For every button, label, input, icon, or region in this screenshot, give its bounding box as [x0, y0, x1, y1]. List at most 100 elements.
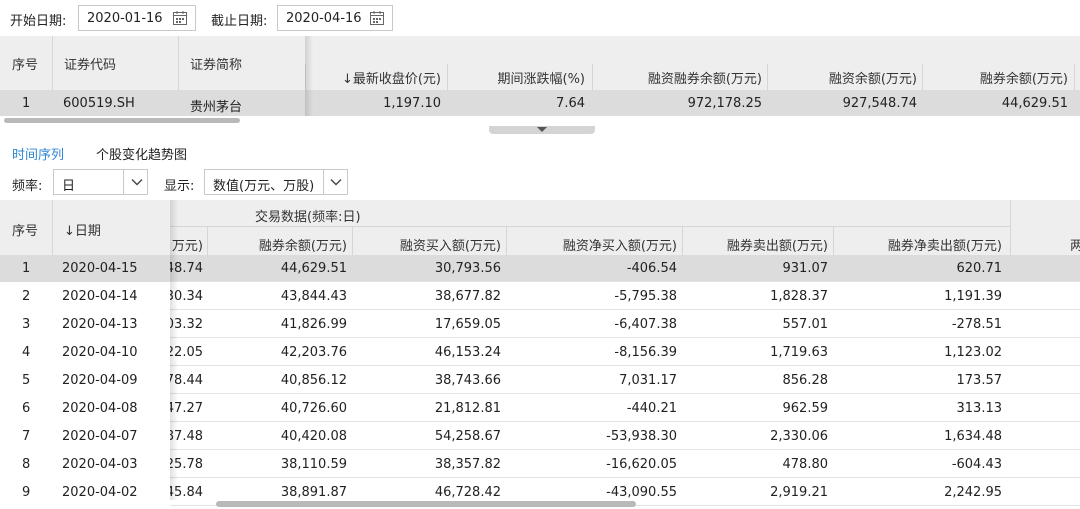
- header-securities-lending-balance[interactable]: 融券余额(万元): [259, 235, 347, 254]
- column-divider: [178, 36, 179, 90]
- row-cell-index: 6: [22, 401, 31, 416]
- summary-header-code[interactable]: 证券代码: [64, 54, 116, 73]
- table-row[interactable]: 87.48 40,420.08 54,258.67 -53,938.30 2,330.0…: [0, 423, 1080, 450]
- frozen-column-shadow: [305, 36, 313, 116]
- collapse-panel-toggle[interactable]: [489, 126, 595, 134]
- table-row[interactable]: 48.74 44,629.51 30,793.56 -406.54 931.07 620.…: [0, 255, 1080, 282]
- summary-header-margin-total[interactable]: 融资融券余额(万元): [648, 68, 762, 87]
- frozen-column-shadow: [170, 200, 178, 500]
- summary-header-index[interactable]: 序号: [12, 54, 38, 73]
- frozen-row-cells: 5 2020-04-09: [0, 367, 170, 394]
- tab-time-series[interactable]: 时间序列: [12, 144, 64, 163]
- row-cell-financing-buy: 17,659.05: [434, 317, 501, 332]
- column-divider: [352, 227, 353, 255]
- frequency-select[interactable]: 日: [53, 169, 148, 195]
- row-cell-financing-buy: 21,812.81: [434, 401, 501, 416]
- frozen-row-cells: 3 2020-04-13: [0, 311, 170, 338]
- frozen-row-cells: 9 2020-04-02: [0, 479, 170, 506]
- frozen-row-cells: 1 2020-04-15: [0, 255, 170, 282]
- header-date-sort[interactable]: ↓日期: [64, 220, 101, 239]
- tab-stock-trend-chart[interactable]: 个股变化趋势图: [96, 144, 187, 163]
- frequency-label: 频率:: [12, 179, 43, 194]
- chevron-down-icon[interactable]: [329, 175, 343, 189]
- end-date-field[interactable]: 2020-04-16: [277, 5, 393, 31]
- row-cell-index: 9: [22, 485, 31, 500]
- row-cell-securities-lending-sell: 1,719.63: [770, 345, 828, 360]
- row-cell-securities-lending-balance: 38,110.59: [280, 457, 347, 472]
- row-cell-financing-net-buy: -6,407.38: [614, 317, 677, 332]
- table-row[interactable]: 22.05 42,203.76 46,153.24 -8,156.39 1,719.63…: [0, 339, 1080, 366]
- row-cell-date: 2020-04-09: [62, 373, 138, 388]
- caret-down-icon: [537, 127, 547, 132]
- row-cell-financing-buy: 30,793.56: [434, 261, 501, 276]
- header-financing-buy[interactable]: 融资买入额(万元): [400, 235, 501, 254]
- row-cell-financing-buy: 54,258.67: [434, 429, 501, 444]
- table-row[interactable]: 03.32 41,826.99 17,659.05 -6,407.38 557.01 -2…: [0, 311, 1080, 338]
- table-row[interactable]: 47.27 40,726.60 21,812.81 -440.21 962.59 313.…: [0, 395, 1080, 422]
- column-divider: [833, 227, 834, 255]
- row-cell-securities-lending-sell: 931.07: [782, 261, 829, 276]
- row-cell-index: 1: [22, 261, 31, 276]
- row-cell-financing-buy: 38,677.82: [434, 289, 501, 304]
- row-cell-financing-buy: 46,153.24: [434, 345, 501, 360]
- column-divider: [52, 36, 53, 90]
- row-cell-index: 5: [22, 373, 31, 388]
- row-cell-securities-lending-net-sell: 313.13: [956, 401, 1003, 416]
- frozen-row-cells: 8 2020-04-03: [0, 451, 170, 478]
- column-divider: [506, 227, 507, 255]
- start-date-field[interactable]: 2020-01-16: [78, 5, 196, 31]
- row-cell-securities-lending-sell: 2,330.06: [770, 429, 828, 444]
- row-cell-index: 2: [22, 289, 31, 304]
- row-cell-financing-buy: 38,357.82: [434, 457, 501, 472]
- row-cell-securities-lending-net-sell: 1,123.02: [944, 345, 1002, 360]
- row-cell-date: 2020-04-03: [62, 457, 138, 472]
- row-cell-securities-lending-net-sell: 173.57: [956, 373, 1003, 388]
- display-unit-value: 数值(万元、万股): [213, 179, 315, 194]
- timeseries-table-header: 交易数据(频率:日) 万元) 融券余额(万元) 融资买入额(万元) 融资净买入额…: [0, 200, 1080, 255]
- column-divider: [592, 64, 593, 90]
- row-cell-securities-lending-balance: 38,891.87: [280, 485, 347, 500]
- header-financing-net-buy[interactable]: 融资净买入额(万元): [563, 235, 677, 254]
- row-cell-date: 2020-04-08: [62, 401, 138, 416]
- calendar-icon[interactable]: [172, 10, 188, 26]
- header-next-column-partial[interactable]: 两: [1070, 235, 1080, 254]
- header-securities-lending-sell[interactable]: 融券卖出额(万元): [727, 235, 828, 254]
- summary-header-name[interactable]: 证券简称: [190, 54, 242, 73]
- chevron-down-icon[interactable]: [130, 175, 144, 189]
- summary-horizontal-scrollbar[interactable]: [4, 118, 240, 123]
- column-divider: [767, 64, 768, 90]
- row-cell-securities-lending-net-sell: -604.43: [951, 457, 1002, 472]
- summary-table-row[interactable]: 1 600519.SH 贵州茅台 1,197.10 7.64 972,178.2…: [0, 90, 1080, 116]
- summary-cell-code: 600519.SH: [63, 96, 135, 111]
- column-divider: [1010, 200, 1011, 255]
- row-cell-date: 2020-04-07: [62, 429, 138, 444]
- header-divider: [170, 226, 1010, 227]
- column-divider: [922, 64, 923, 90]
- select-divider: [123, 170, 124, 194]
- summary-table-header: 序号 证券代码 证券简称 ↓最新收盘价(元) 期间涨跌幅(%) 融资融券余额(万…: [0, 36, 1080, 90]
- row-cell-securities-lending-sell: 2,919.21: [770, 485, 828, 500]
- row-cell-securities-lending-balance: 40,856.12: [280, 373, 347, 388]
- display-unit-select[interactable]: 数值(万元、万股): [204, 169, 348, 195]
- table-row[interactable]: 25.78 38,110.59 38,357.82 -16,620.05 478.80-…: [0, 451, 1080, 478]
- header-index[interactable]: 序号: [12, 220, 38, 239]
- summary-cell-change: 7.64: [556, 96, 585, 111]
- summary-cell-close-price: 1,197.10: [383, 96, 441, 111]
- row-cell-securities-lending-balance: 42,203.76: [280, 345, 347, 360]
- row-cell-securities-lending-balance: 40,726.60: [280, 401, 347, 416]
- calendar-icon[interactable]: [369, 10, 385, 26]
- row-cell-financing-net-buy: -406.54: [626, 261, 677, 276]
- table-row[interactable]: 78.44 40,856.12 38,743.66 7,031.17 856.28 173…: [0, 367, 1080, 394]
- header-securities-lending-net-sell[interactable]: 融券净卖出额(万元): [888, 235, 1002, 254]
- table-horizontal-scrollbar[interactable]: [216, 501, 636, 507]
- row-cell-financing-net-buy: 7,031.17: [619, 373, 677, 388]
- summary-header-close-price[interactable]: ↓最新收盘价(元): [342, 68, 441, 87]
- group-header-trade-data: 交易数据(频率:日): [255, 210, 361, 225]
- summary-header-change[interactable]: 期间涨跌幅(%): [498, 68, 586, 87]
- summary-header-financing[interactable]: 融资余额(万元): [829, 68, 917, 87]
- table-row[interactable]: 30.34 43,844.43 38,677.82 -5,795.38 1,828.37…: [0, 283, 1080, 310]
- column-divider: [447, 64, 448, 90]
- date-filter-bar: 开始日期: 2020-01-16 截止日期: 2020-04-16: [0, 0, 1080, 36]
- summary-header-securities-lending[interactable]: 融券余额(万元): [980, 68, 1068, 87]
- end-date-label: 截止日期:: [211, 14, 268, 29]
